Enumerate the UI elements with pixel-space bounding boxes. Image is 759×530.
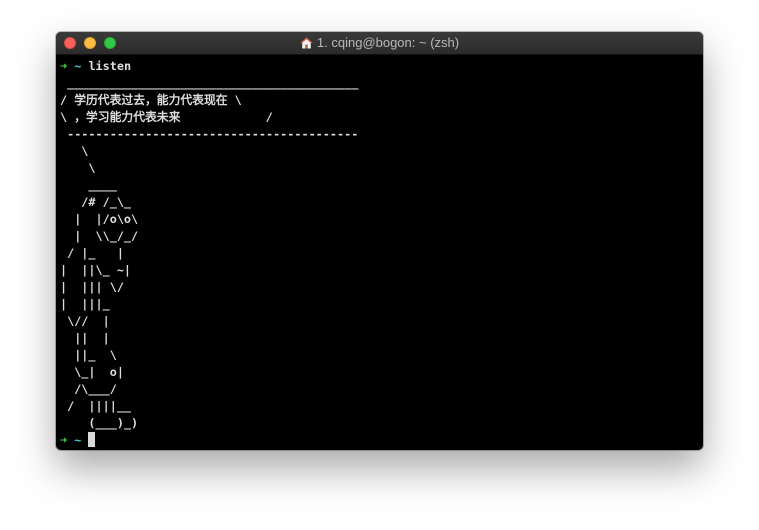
title-bar[interactable]: 1. cqing@bogon: ~ (zsh) <box>56 32 703 55</box>
output-line: /\___/ <box>60 382 117 396</box>
prompt-arrow-icon: ➜ <box>60 433 68 447</box>
output-line: \ ，学习能力代表未来 / <box>60 110 273 124</box>
command-line: ➜ ~ listen <box>60 58 699 75</box>
output-line: ||_ \ <box>60 348 117 362</box>
output-line: / ||||__ <box>60 399 132 413</box>
output-line: ----------------------------------------… <box>60 127 359 141</box>
output-line: \ <box>60 144 89 158</box>
window-title-text: 1. cqing@bogon: ~ (zsh) <box>316 35 460 50</box>
prompt-path: ~ <box>74 59 82 73</box>
terminal-window[interactable]: 1. cqing@bogon: ~ (zsh) ➜ ~ listen _____… <box>56 32 703 450</box>
output-line: | |/o\o\ <box>60 212 139 226</box>
command-text: listen <box>88 59 132 73</box>
output-line: | |||_ <box>60 297 110 311</box>
command-output: ________________________________________… <box>60 75 699 432</box>
prompt-path: ~ <box>74 433 82 447</box>
output-line: ____ <box>60 178 117 192</box>
output-line: \// | <box>60 314 110 328</box>
output-line: ________________________________________… <box>60 76 359 90</box>
output-line: | ||\_ ~| <box>60 263 132 277</box>
output-line: \ <box>60 161 96 175</box>
text-cursor <box>88 432 96 447</box>
output-line: | \\_/_/ <box>60 229 139 243</box>
terminal-content[interactable]: ➜ ~ listen _____________________________… <box>60 58 699 450</box>
window-title: 1. cqing@bogon: ~ (zsh) <box>56 35 703 51</box>
output-line: | ||| \/ <box>60 280 124 294</box>
output-line: / 学历代表过去，能力代表现在 \ <box>60 93 242 107</box>
home-icon <box>300 37 313 49</box>
output-line: (___)_) <box>60 416 139 430</box>
output-line: /# /_\_ <box>60 195 132 209</box>
output-line: || | <box>60 331 110 345</box>
active-prompt-line[interactable]: ➜ ~ <box>60 432 699 449</box>
prompt-arrow-icon: ➜ <box>60 59 68 73</box>
output-line: / |_ | <box>60 246 124 260</box>
output-line: \_| o| <box>60 365 124 379</box>
